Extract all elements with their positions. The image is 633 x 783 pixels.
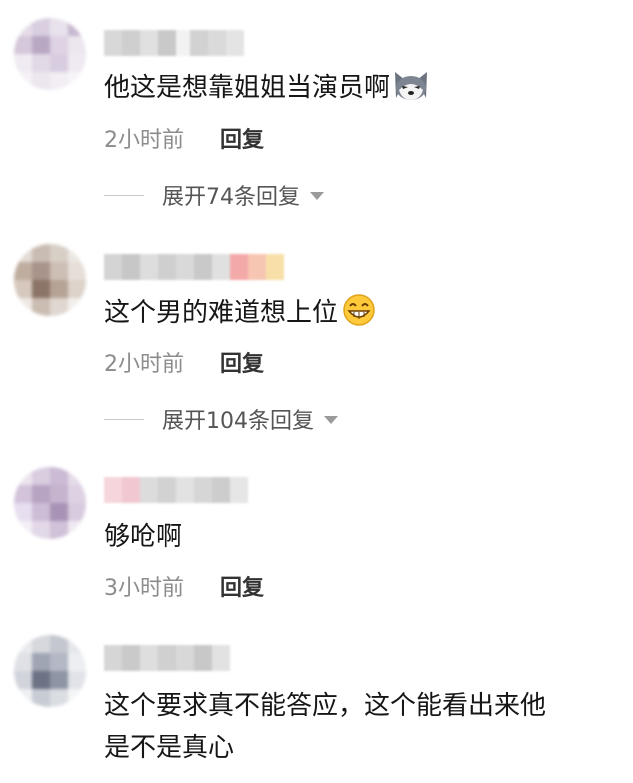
comment-item: 他这是想靠姐姐当演员啊 2小时前 回复 展开74条回复: [0, 0, 633, 230]
comment-text: 这个要求真不能答应，这个能看出来他 是不是真心: [104, 691, 547, 763]
expand-replies-button[interactable]: 展开74条回复: [104, 180, 324, 210]
username[interactable]: [104, 254, 284, 280]
reply-button[interactable]: 回复: [220, 570, 264, 602]
avatar[interactable]: [14, 635, 86, 707]
husky-emoji-icon: [395, 72, 428, 100]
chevron-down-icon: [310, 192, 324, 200]
comment-item: 这个要求真不能答应，这个能看出来他 是不是真心: [0, 625, 633, 783]
expand-replies-label: 展开74条回复: [162, 185, 300, 210]
divider-line: [104, 418, 144, 420]
grin-emoji-icon: [343, 294, 375, 326]
expand-replies-button[interactable]: 展开104条回复: [104, 404, 338, 434]
comment-meta: 2小时前 回复: [104, 347, 264, 377]
chevron-down-icon: [324, 416, 338, 424]
reply-button[interactable]: 回复: [220, 346, 264, 378]
username[interactable]: [104, 30, 244, 56]
timestamp: 2小时前: [104, 128, 184, 153]
username[interactable]: [104, 477, 248, 503]
comment-item: 够呛啊 3小时前 回复: [0, 455, 633, 625]
comment-meta: 2小时前 回复: [104, 123, 264, 153]
timestamp: 3小时前: [104, 576, 184, 601]
comment-meta: 3小时前 回复: [104, 571, 264, 601]
comment-item: 这个男的难道想上位 2小时前 回复 展开104条回复: [0, 230, 633, 455]
timestamp: 2小时前: [104, 352, 184, 377]
reply-button[interactable]: 回复: [220, 122, 264, 154]
avatar[interactable]: [14, 467, 86, 539]
divider-line: [104, 194, 144, 196]
username[interactable]: [104, 645, 230, 671]
avatar[interactable]: [14, 244, 86, 316]
comment-text: 够呛啊: [104, 522, 183, 552]
avatar[interactable]: [14, 18, 86, 90]
comment-text: 这个男的难道想上位: [104, 293, 619, 333]
expand-replies-label: 展开104条回复: [162, 409, 314, 434]
comment-text: 他这是想靠姐姐当演员啊: [104, 68, 619, 108]
